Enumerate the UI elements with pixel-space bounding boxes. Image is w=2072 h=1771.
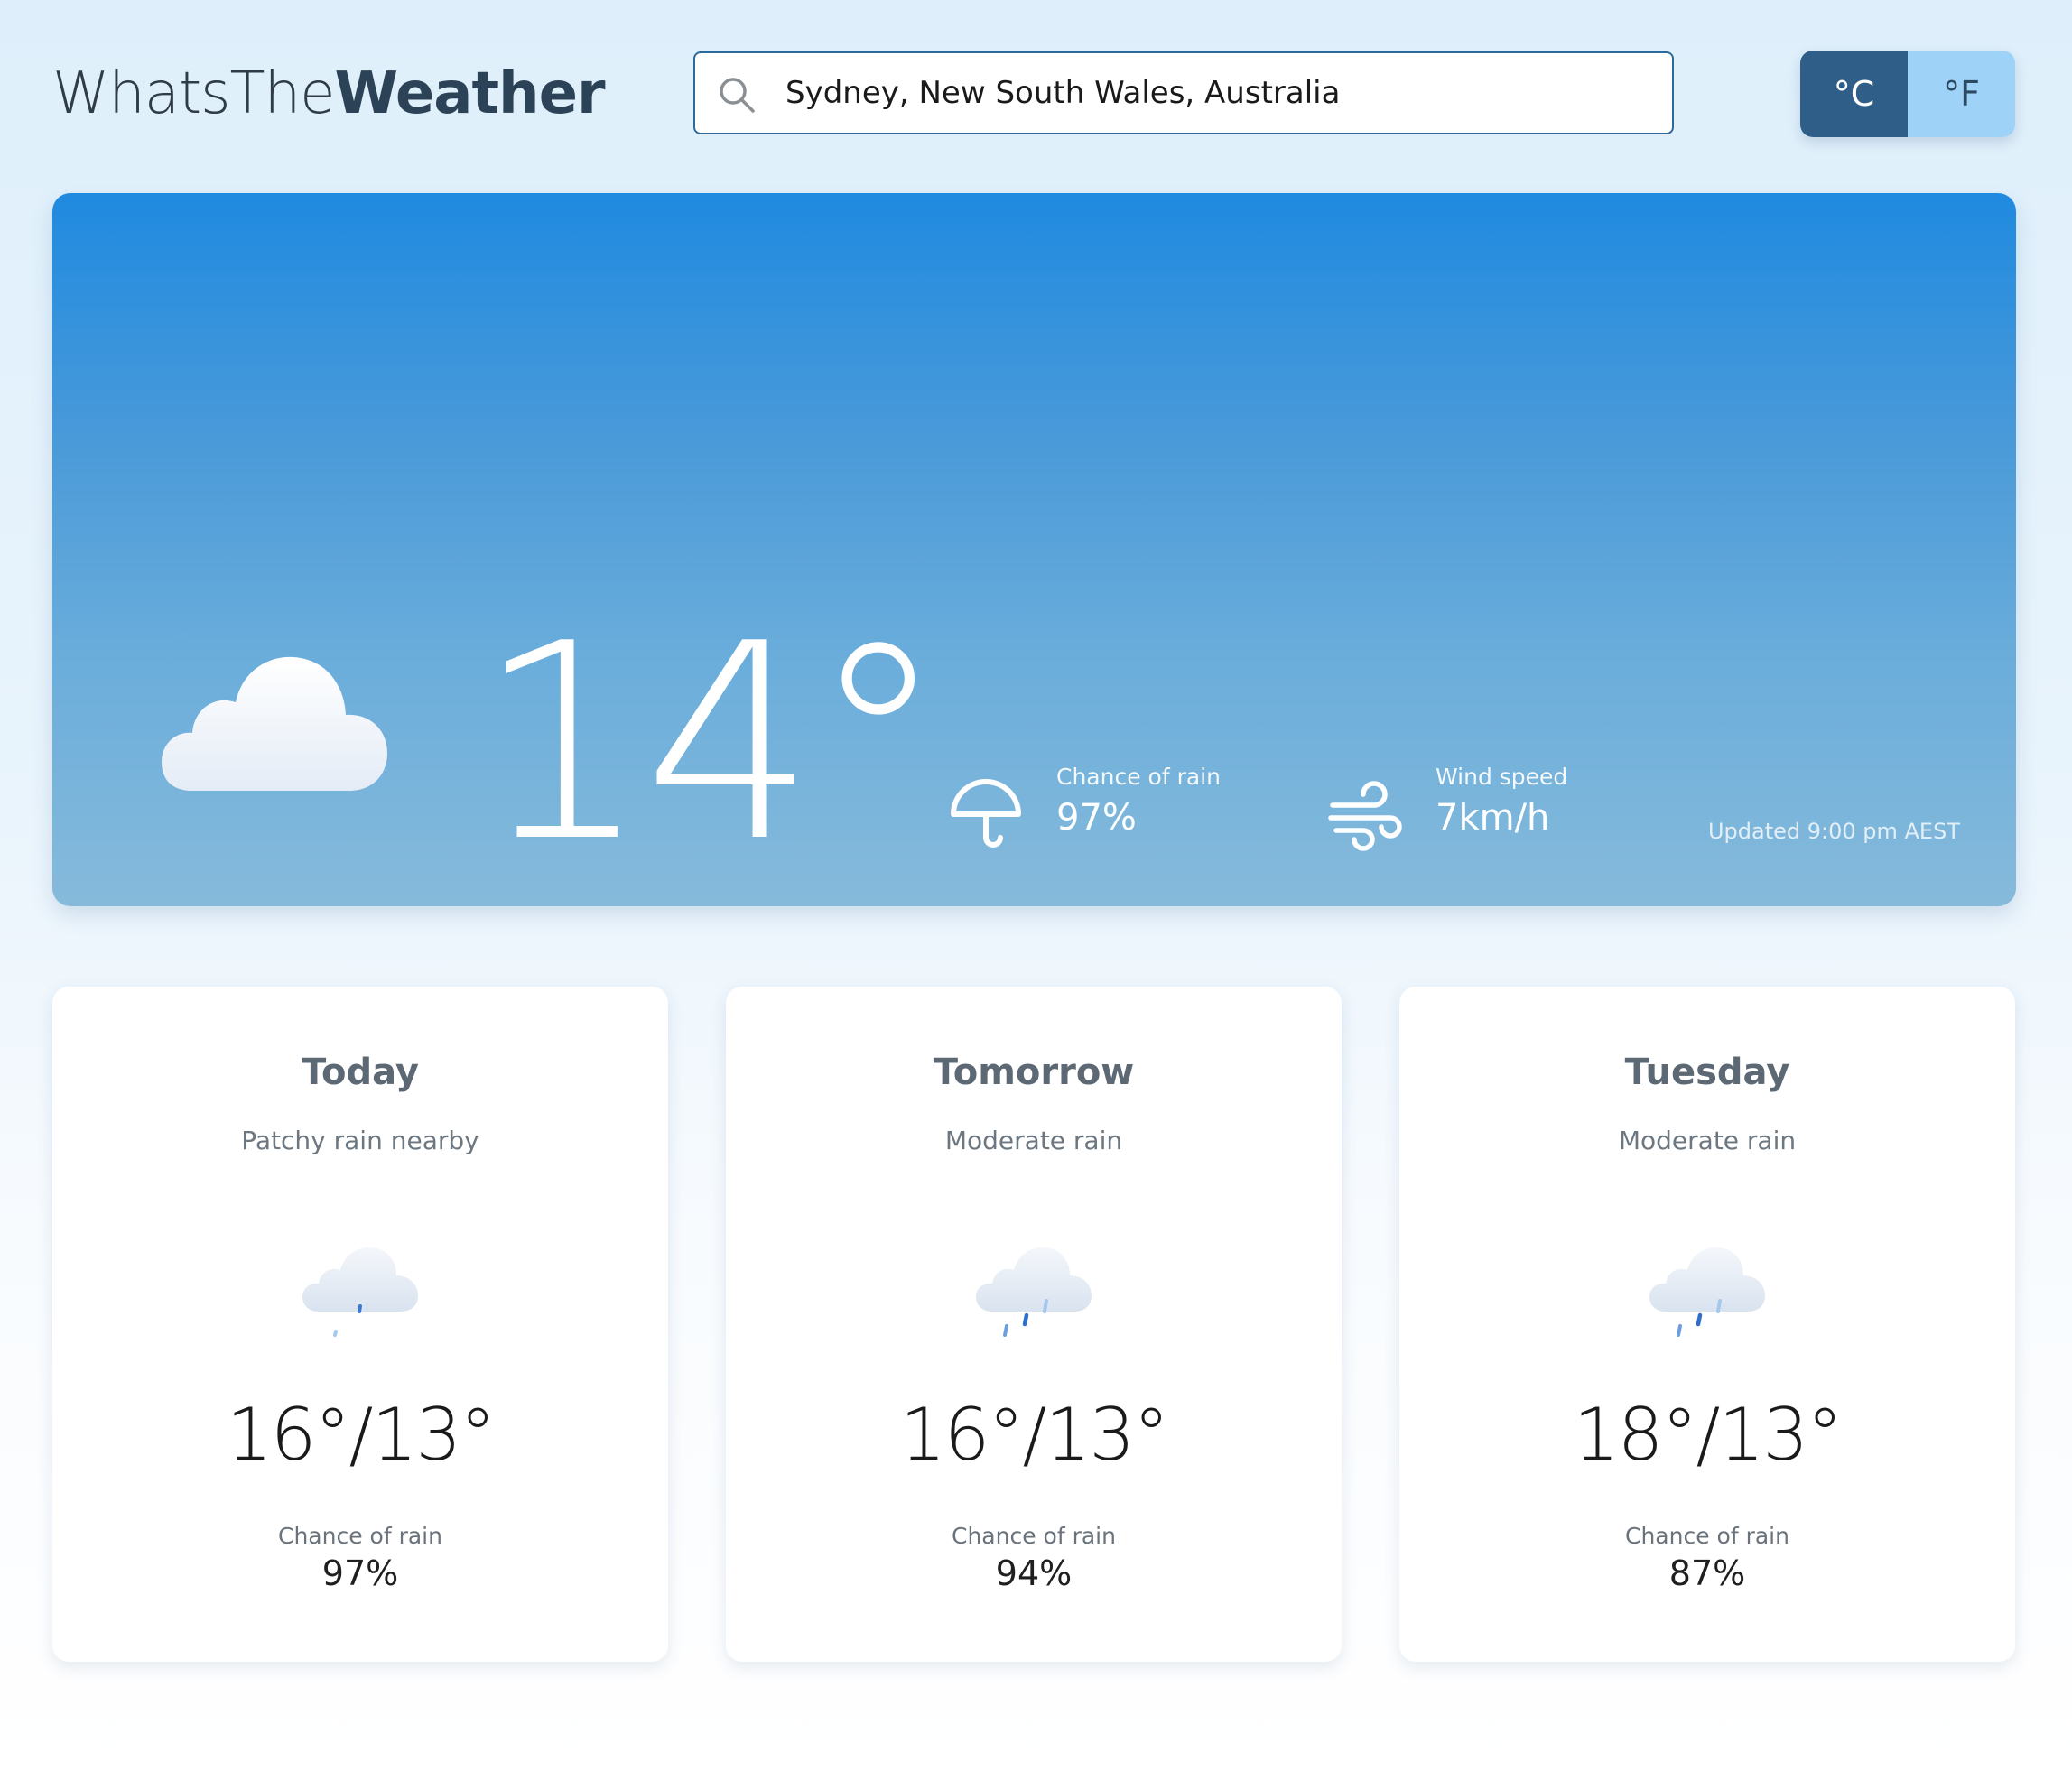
search-icon — [720, 78, 755, 113]
forecast-rain-value: 87% — [1668, 1553, 1746, 1593]
app-logo: WhatsTheWeather — [52, 56, 606, 132]
forecast-temps: 18°/13° — [1573, 1393, 1844, 1477]
current-temperature: 14° — [477, 586, 946, 901]
forecast-rain-label: Chance of rain — [952, 1523, 1116, 1549]
wind-value: 7km/h — [1436, 797, 1550, 839]
forecast-rain-value: 94% — [995, 1553, 1073, 1593]
rain-cloud-icon — [1649, 1247, 1765, 1337]
rain-value: 97% — [1056, 797, 1137, 839]
forecast-day: Today — [302, 1052, 419, 1093]
forecast-day: Tomorrow — [933, 1052, 1135, 1093]
updated-timestamp: Updated 9:00 pm AEST — [1707, 819, 1960, 844]
unit-toggle[interactable]: °C °F — [1800, 51, 2015, 137]
celsius-button[interactable]: °C — [1800, 51, 1908, 137]
umbrella-icon — [951, 779, 1021, 848]
forecast-rain-value: 97% — [321, 1553, 399, 1593]
forecast-card-today: Today Patchy rain nearby 16°/13° Chance … — [52, 987, 668, 1662]
forecast-day: Tuesday — [1624, 1052, 1790, 1093]
fahrenheit-button[interactable]: °F — [1908, 51, 2015, 137]
forecast-temps: 16°/13° — [226, 1393, 497, 1477]
light-rain-cloud-icon — [302, 1247, 418, 1337]
forecast-condition: Moderate rain — [1618, 1126, 1797, 1155]
forecast-card-tuesday: Tuesday Moderate rain 18°/13° Chance of … — [1399, 987, 2015, 1662]
forecast-rain-label: Chance of rain — [278, 1523, 442, 1549]
logo-text-light: WhatsThe — [52, 60, 336, 127]
forecast-rain-label: Chance of rain — [1625, 1523, 1789, 1549]
current-weather-panel: 14° Chance of rain 97% Wind speed 7km/h … — [52, 193, 2016, 906]
cloudy-night-icon — [162, 628, 387, 791]
chance-of-rain-stat: Chance of rain 97% — [948, 762, 1221, 854]
forecast-card-tomorrow: Tomorrow Moderate rain 16°/13° Chance of… — [726, 987, 1342, 1662]
wind-icon — [1328, 781, 1402, 851]
location-search-input[interactable] — [785, 53, 1652, 133]
forecast-temps: 16°/13° — [899, 1393, 1170, 1477]
logo-text-bold: Weather — [334, 60, 606, 127]
search-box[interactable] — [693, 51, 1674, 134]
rain-label: Chance of rain — [1056, 764, 1221, 790]
wind-speed-stat: Wind speed 7km/h — [1327, 762, 1567, 854]
rain-cloud-icon — [976, 1247, 1092, 1337]
forecast-condition: Patchy rain nearby — [241, 1126, 479, 1155]
wind-label: Wind speed — [1436, 764, 1568, 790]
forecast-condition: Moderate rain — [944, 1126, 1123, 1155]
